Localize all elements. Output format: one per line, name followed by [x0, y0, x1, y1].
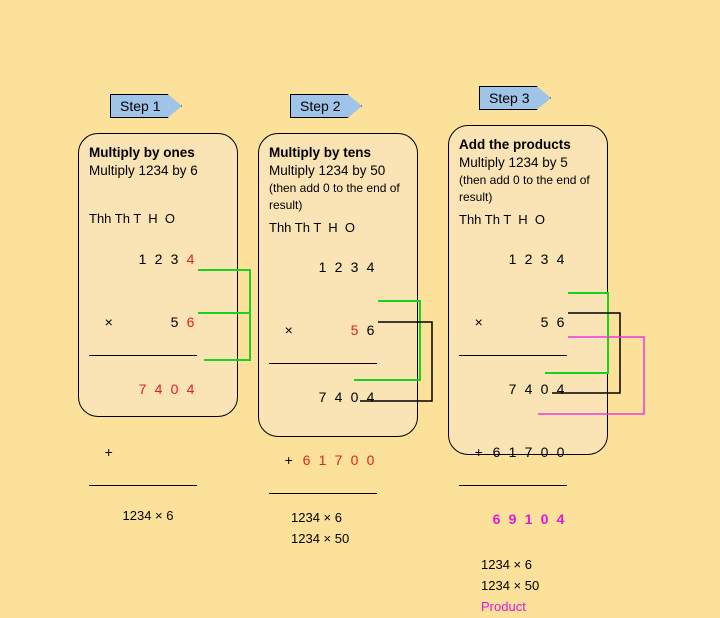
card1-below: 1234 × 6 — [89, 506, 227, 527]
card3-below: 1234 × 6 1234 × 50 Product — [459, 555, 597, 617]
card1-row-p1: 7404 — [89, 358, 227, 421]
card1-title: Multiply by ones — [89, 144, 227, 162]
card1-below-1: 1234 × 6 — [89, 506, 207, 527]
card2-note: (then add 0 to the end of result) — [269, 180, 407, 212]
card1-row-p2: + — [89, 421, 227, 484]
card3-row-top: 1234 — [459, 228, 597, 291]
card2-title: Multiply by tens — [269, 144, 407, 162]
step-tag-1-label: Step 1 — [120, 98, 160, 114]
card3-note: (then add 0 to the end of result) — [459, 172, 597, 204]
card2-row-p1: 7404 — [269, 366, 407, 429]
card3-subtitle: Multiply 1234 by 5 — [459, 154, 597, 172]
card2-row-mult: ×56 — [269, 299, 407, 362]
card-step-1: Multiply by ones Multiply 1234 by 6 Thh … — [78, 133, 238, 417]
step-tag-3-label: Step 3 — [489, 90, 529, 106]
card3-row-mult: ×56 — [459, 291, 597, 354]
card2-below: 1234 × 6 1234 × 50 — [269, 508, 407, 550]
card3-below-1: 1234 × 6 — [481, 555, 597, 576]
step-tag-3: Step 3 — [479, 86, 551, 110]
card2-below-1: 1234 × 6 — [291, 508, 407, 529]
card3-headers: Thh Th T H O — [459, 211, 597, 229]
step-tag-2-label: Step 2 — [300, 98, 340, 114]
card-step-2: Multiply by tens Multiply 1234 by 50 (th… — [258, 133, 418, 437]
card1-headers: Thh Th T H O — [89, 210, 227, 228]
card2-row-top: 1234 — [269, 236, 407, 299]
card3-below-2: 1234 × 50 — [481, 576, 597, 597]
card2-headers: Thh Th T H O — [269, 219, 407, 237]
card3-row-p1: 7404 — [459, 358, 597, 421]
card1-row-top: 1234 — [89, 228, 227, 291]
step-tag-2: Step 2 — [290, 94, 362, 118]
card2-row-p2: +61700 — [269, 429, 407, 492]
card3-row-sum: 69104 — [459, 488, 597, 551]
card-step-3: Add the products Multiply 1234 by 5 (the… — [448, 125, 608, 455]
card3-title: Add the products — [459, 136, 597, 154]
card3-row-p2: +61700 — [459, 421, 597, 484]
card3-below-3: Product — [481, 597, 597, 618]
card1-row-mult: ×56 — [89, 291, 227, 354]
card2-subtitle: Multiply 1234 by 50 — [269, 162, 407, 180]
card1-subtitle: Multiply 1234 by 6 — [89, 162, 227, 180]
step-tag-1: Step 1 — [110, 94, 182, 118]
